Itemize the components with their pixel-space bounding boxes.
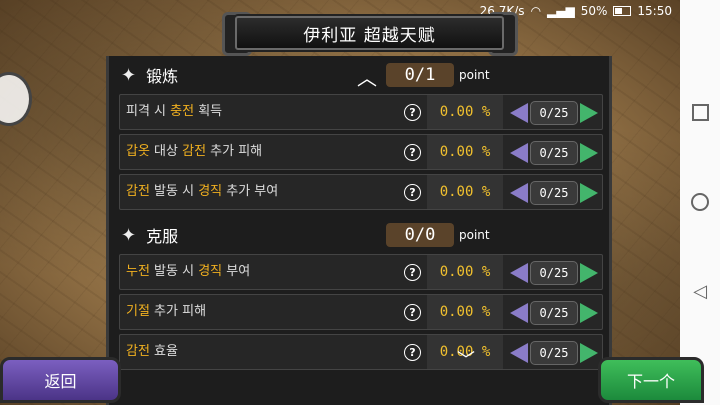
label-text: 추가 부여 [222, 184, 279, 199]
talent-level: 0/25 [530, 101, 578, 125]
keyword-highlight: 경직 [198, 184, 223, 199]
square-icon [691, 104, 709, 121]
home-button[interactable] [690, 192, 710, 212]
points-counter: 0/1 [386, 63, 454, 87]
talent-label: 누전 발동 시 경직 부여 [126, 255, 250, 289]
talent-label: 피격 시 충전 획득 [126, 95, 222, 129]
talent-label: 기절 추가 피해 [126, 295, 206, 329]
talent-row[interactable]: 감전 효율? 0.00 % 0/25 [119, 334, 603, 370]
keyword-highlight: 충전 [170, 104, 195, 119]
talent-label: 갑옷 대상 감전 추가 피해 [126, 135, 262, 169]
keyword-highlight: 기절 [126, 304, 150, 319]
android-nav-bar: ◁ [680, 0, 720, 405]
label-text: 효율 [149, 344, 178, 359]
next-button[interactable]: 下一个 [598, 357, 704, 403]
increase-arrow-icon[interactable] [580, 263, 598, 283]
decrease-arrow-icon[interactable] [510, 343, 528, 363]
talent-label: 감전 발동 시 경직 추가 부여 [126, 175, 278, 209]
decrease-arrow-icon[interactable] [510, 263, 528, 283]
label-text: 발동 시 [149, 184, 199, 199]
decrease-arrow-icon[interactable] [510, 143, 528, 163]
section-star-icon: ✦ [121, 64, 137, 86]
keyword-highlight: 갑옷 [126, 144, 150, 159]
label-text: 획득 [194, 104, 223, 119]
increase-arrow-icon[interactable] [580, 103, 598, 123]
decrease-arrow-icon[interactable] [510, 303, 528, 323]
talent-row[interactable]: 감전 발동 시 경직 추가 부여? 0.00 % 0/25 [119, 174, 603, 210]
talent-label: 감전 효율 [126, 335, 178, 369]
help-icon[interactable]: ? [404, 144, 421, 161]
talent-row[interactable]: 기절 추가 피해? 0.00 % 0/25 [119, 294, 603, 330]
talent-row[interactable]: 피격 시 충전 획득? 0.00 % 0/25 [119, 94, 603, 130]
talent-level: 0/25 [530, 141, 578, 165]
increase-arrow-icon[interactable] [580, 343, 598, 363]
keyword-highlight: 감전 [182, 144, 207, 159]
wifi-icon: ◠ [530, 4, 542, 18]
help-icon[interactable]: ? [404, 344, 421, 361]
points-unit: point [459, 68, 490, 82]
recents-button[interactable] [690, 102, 710, 122]
keyword-highlight: 경직 [198, 264, 223, 279]
talent-level: 0/25 [530, 181, 578, 205]
talent-percent: 0.00 % [427, 295, 503, 329]
back-nav-button[interactable]: ◁ [690, 282, 710, 302]
help-icon[interactable]: ? [404, 104, 421, 121]
help-icon[interactable]: ? [404, 304, 421, 321]
page-title: 伊利亚 超越天赋 [235, 16, 504, 50]
increase-arrow-icon[interactable] [580, 303, 598, 323]
talent-percent: 0.00 % [427, 135, 503, 169]
section-header: ✦ 克服 0/0 point [121, 218, 601, 252]
signal-icon: ▂▄▆ [547, 4, 575, 18]
label-text: 피격 시 [126, 104, 171, 119]
talent-level: 0/25 [530, 301, 578, 325]
talent-level: 0/25 [530, 341, 578, 365]
label-text: 추가 피해 [206, 144, 263, 159]
label-text: 부여 [222, 264, 251, 279]
points-unit: point [459, 228, 490, 242]
help-icon[interactable]: ? [404, 264, 421, 281]
collapse-icon[interactable]: ︿ [357, 62, 377, 91]
help-icon[interactable]: ? [404, 184, 421, 201]
circle-icon [691, 193, 709, 211]
section-title: 克服 [146, 227, 179, 246]
decrease-arrow-icon[interactable] [510, 183, 528, 203]
label-text: 추가 피해 [149, 304, 207, 319]
talent-percent: 0.00 % [427, 255, 503, 289]
increase-arrow-icon[interactable] [580, 183, 598, 203]
talent-level: 0/25 [530, 261, 578, 285]
section-star-icon: ✦ [121, 224, 137, 246]
talent-row[interactable]: 갑옷 대상 감전 추가 피해? 0.00 % 0/25 [119, 134, 603, 170]
scroll-down-icon[interactable]: ﹀ [457, 346, 475, 372]
clock: 15:50 [637, 4, 672, 18]
keyword-highlight: 누전 [126, 264, 150, 279]
points-counter: 0/0 [386, 223, 454, 247]
label-text: 발동 시 [149, 264, 199, 279]
increase-arrow-icon[interactable] [580, 143, 598, 163]
battery-icon [613, 6, 632, 16]
talent-row[interactable]: 누전 발동 시 경직 부여? 0.00 % 0/25 [119, 254, 603, 290]
talent-percent: 0.00 % [427, 95, 503, 129]
talent-panel[interactable]: ✦ 锻炼 ︿ 0/1 point 피격 시 충전 획득? 0.00 % 0/25 갑옷 대상 감… [106, 56, 612, 405]
keyword-highlight: 감전 [126, 184, 150, 199]
section-title: 锻炼 [146, 67, 179, 86]
battery-percent: 50% [580, 4, 608, 18]
talent-percent: 0.00 % [427, 175, 503, 209]
label-text: 대상 [149, 144, 183, 159]
decrease-arrow-icon[interactable] [510, 103, 528, 123]
back-button[interactable]: 返回 [0, 357, 121, 403]
section-header: ✦ 锻炼 ︿ 0/1 point [121, 58, 601, 92]
keyword-highlight: 감전 [126, 344, 150, 359]
